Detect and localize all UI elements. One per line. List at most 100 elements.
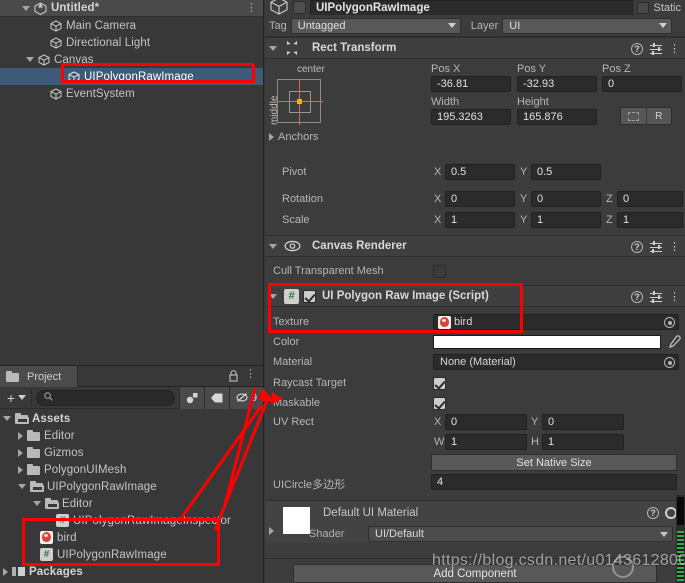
kebab-menu-icon[interactable]: ⋮ xyxy=(669,291,680,302)
search-input[interactable] xyxy=(36,389,175,406)
expand-triangle[interactable] xyxy=(18,484,26,489)
scale-row: Scale X 1 Y 1 Z 1 xyxy=(265,211,685,231)
filter-by-label-icon[interactable] xyxy=(204,386,229,409)
pivot-y-field[interactable]: 0.5 xyxy=(531,164,601,180)
canvas-expand-triangle[interactable] xyxy=(26,57,34,62)
component-header-canvas-renderer[interactable]: Canvas Renderer ? ⋮ xyxy=(265,235,685,257)
rotation-x-field[interactable]: 0 xyxy=(445,191,515,207)
texture-object-field[interactable]: bird xyxy=(433,314,679,330)
object-picker-icon[interactable] xyxy=(664,317,675,328)
layer-value: UI xyxy=(509,19,521,32)
uv-x-field[interactable]: 0 xyxy=(445,414,527,430)
component-header-ui-polygon-raw-image[interactable]: # UI Polygon Raw Image (Script) ? ⋮ xyxy=(265,285,685,307)
maskable-checkbox[interactable] xyxy=(433,396,446,410)
hierarchy-item-eventsystem[interactable]: EventSystem xyxy=(0,85,263,102)
project-item-assets[interactable]: Assets xyxy=(0,410,257,427)
kebab-menu-icon[interactable]: ⋮ xyxy=(669,241,680,252)
project-item-uipolygonrawimageinspector[interactable]: # UIPolygonRawImageInspector xyxy=(0,512,257,529)
project-item-polygonuimesh[interactable]: PolygonUIMesh xyxy=(0,461,257,478)
raw-edit-mode-toggle[interactable]: R xyxy=(646,108,671,124)
expand-triangle[interactable] xyxy=(18,431,23,440)
preset-icon[interactable] xyxy=(650,241,662,253)
hierarchy-scene-row[interactable]: Untitled* ⋮ xyxy=(0,0,263,17)
search-icon xyxy=(44,391,53,404)
scale-z-field[interactable]: 1 xyxy=(617,212,683,228)
blueprint-icon xyxy=(627,111,639,121)
project-item-uipolygonrawimage-folder[interactable]: UIPolygonRawImage xyxy=(0,478,257,495)
expand-triangle[interactable] xyxy=(269,133,274,141)
width-field[interactable]: 195.3263 xyxy=(431,109,511,125)
lock-icon[interactable] xyxy=(228,370,239,385)
polygon-sides-field[interactable]: 4 xyxy=(431,474,677,490)
project-item-bird[interactable]: bird xyxy=(0,529,257,546)
set-native-size-button[interactable]: Set Native Size xyxy=(431,454,677,471)
expand-triangle[interactable] xyxy=(18,448,23,457)
help-icon[interactable]: ? xyxy=(631,241,643,253)
scale-y-field[interactable]: 1 xyxy=(531,212,601,228)
project-item-uipolygonrawimage-script[interactable]: # UIPolygonRawImage xyxy=(0,546,257,563)
hierarchy-item-uipolygonrawimage[interactable]: UIPolygonRawImage xyxy=(0,68,263,85)
pos-z-field[interactable]: 0 xyxy=(602,76,682,92)
project-kebab-menu-icon[interactable]: ⋮ xyxy=(245,369,256,380)
hierarchy-item-canvas[interactable]: Canvas xyxy=(0,51,263,68)
scene-expand-triangle[interactable] xyxy=(22,5,30,11)
project-item-editor-sub[interactable]: Editor xyxy=(0,495,257,512)
gameobject-name-field[interactable]: UIPolygonRawImage xyxy=(310,0,634,15)
component-enabled-checkbox[interactable] xyxy=(303,289,316,303)
eyedropper-icon[interactable] xyxy=(667,335,681,349)
project-item-editor[interactable]: Editor xyxy=(0,427,257,444)
hierarchy-item-directional-light[interactable]: Directional Light xyxy=(0,34,263,51)
component-header-rect-transform[interactable]: Rect Transform ? ⋮ xyxy=(265,37,685,59)
expand-triangle[interactable] xyxy=(269,293,277,299)
raycast-target-checkbox[interactable] xyxy=(433,376,446,390)
preset-icon[interactable] xyxy=(650,291,662,303)
pos-y-field[interactable]: -32.93 xyxy=(517,76,597,92)
height-field[interactable]: 165.876 xyxy=(517,109,597,125)
uv-w-field[interactable]: 1 xyxy=(445,434,527,450)
material-object-field[interactable]: None (Material) xyxy=(433,354,679,370)
project-item-packages[interactable]: Packages xyxy=(0,563,257,580)
cull-transparent-mesh-checkbox[interactable] xyxy=(433,264,446,278)
static-toggle[interactable]: Static xyxy=(637,1,685,14)
rotation-z-field[interactable]: 0 xyxy=(617,191,683,207)
preset-icon[interactable] xyxy=(650,43,662,55)
expand-triangle[interactable] xyxy=(33,501,41,506)
project-item-gizmos[interactable]: Gizmos xyxy=(0,444,257,461)
expand-triangle[interactable] xyxy=(3,567,8,576)
tag-dropdown[interactable]: Untagged xyxy=(290,17,461,34)
expand-triangle[interactable] xyxy=(269,45,277,51)
color-swatch-field[interactable] xyxy=(433,335,661,349)
anchors-foldout[interactable]: Anchors xyxy=(269,131,318,143)
create-asset-button[interactable]: + xyxy=(2,388,32,407)
filter-by-type-icon[interactable] xyxy=(179,386,204,409)
help-icon[interactable]: ? xyxy=(647,507,659,519)
csharp-script-icon: # xyxy=(56,514,69,527)
hidden-assets-toggle[interactable]: 9 xyxy=(229,386,263,409)
expand-triangle[interactable] xyxy=(18,465,23,474)
hierarchy-kebab-menu-icon[interactable]: ⋮ xyxy=(246,3,257,14)
expand-triangle[interactable] xyxy=(3,416,11,421)
static-checkbox[interactable] xyxy=(637,1,650,14)
tab-project[interactable]: Project xyxy=(0,366,78,387)
blueprint-raw-toggle-group[interactable]: R xyxy=(620,107,672,125)
blueprint-mode-toggle[interactable] xyxy=(621,108,647,124)
help-icon[interactable]: ? xyxy=(631,43,643,55)
uv-y-field[interactable]: 0 xyxy=(542,414,624,430)
anchor-preset-widget[interactable] xyxy=(277,79,323,125)
pos-x-field[interactable]: -36.81 xyxy=(431,76,511,92)
uv-h-field[interactable]: 1 xyxy=(542,434,624,450)
expand-triangle[interactable] xyxy=(269,527,274,535)
gameobject-active-checkbox[interactable] xyxy=(293,1,306,14)
kebab-menu-icon[interactable]: ⋮ xyxy=(669,43,680,54)
rotation-y-field[interactable]: 0 xyxy=(531,191,601,207)
expand-triangle[interactable] xyxy=(269,243,277,249)
help-icon[interactable]: ? xyxy=(631,291,643,303)
object-picker-icon[interactable] xyxy=(664,357,675,368)
pivot-x-field[interactable]: 0.5 xyxy=(445,164,515,180)
folder-icon xyxy=(6,371,19,382)
scale-x-field[interactable]: 1 xyxy=(445,212,515,228)
hierarchy-item-main-camera[interactable]: Main Camera xyxy=(0,17,263,34)
layer-dropdown[interactable]: UI xyxy=(502,17,673,34)
shader-dropdown[interactable]: UI/Default xyxy=(368,526,673,542)
scrollbar-thumb[interactable] xyxy=(677,497,684,525)
